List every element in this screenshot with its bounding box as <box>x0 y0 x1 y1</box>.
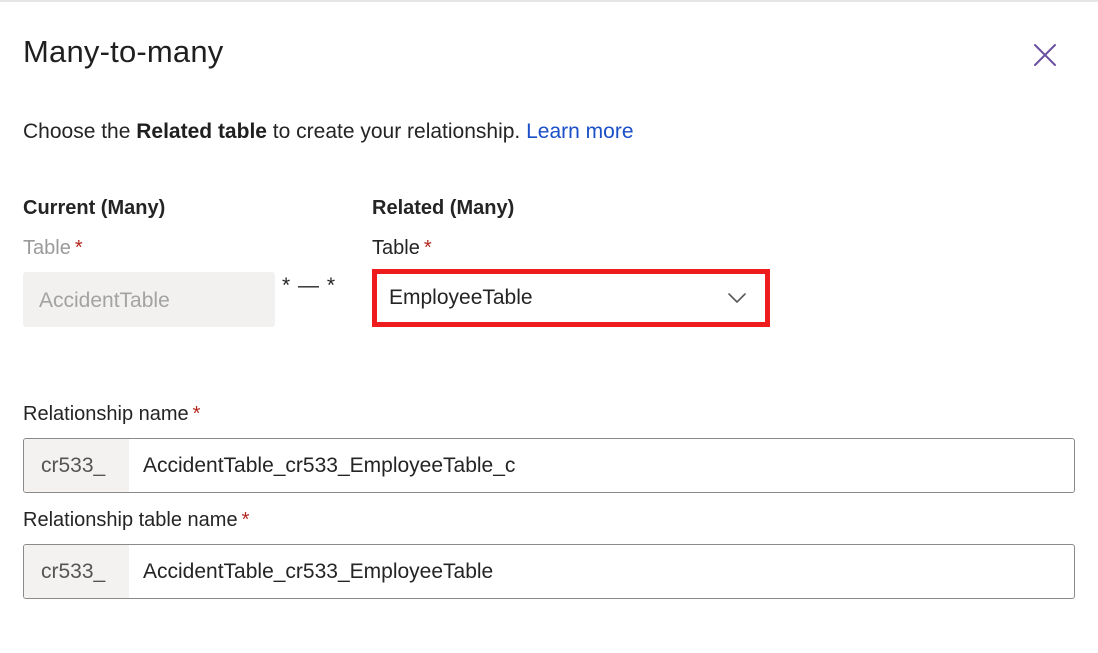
close-icon <box>1034 44 1056 66</box>
related-table-label: Table * <box>372 237 432 260</box>
relationship-table-name-value[interactable]: AccidentTable_cr533_EmployeeTable <box>129 545 1074 598</box>
required-marker: * <box>241 509 250 531</box>
current-table-label: Table * <box>23 237 83 260</box>
required-marker: * <box>192 403 201 425</box>
relationship-name-value[interactable]: AccidentTable_cr533_EmployeeTable_c <box>129 439 1074 492</box>
intro-prefix: Choose the <box>23 120 137 143</box>
many-to-many-panel: Many-to-many Choose the Related table to… <box>0 0 1098 653</box>
relationship-table-name-label: Relationship table name * <box>23 509 249 532</box>
relationship-name-label-text: Relationship name <box>23 403 189 425</box>
current-table-input: AccidentTable <box>23 272 275 327</box>
relationship-connector: * — * <box>282 274 337 297</box>
related-table-label-text: Table <box>372 237 420 259</box>
current-heading: Current (Many) <box>23 197 166 219</box>
required-marker: * <box>74 237 83 259</box>
chevron-down-icon <box>728 293 746 303</box>
close-button[interactable] <box>1028 38 1062 72</box>
relationship-table-name-prefix: cr533_ <box>24 545 129 598</box>
related-heading: Related (Many) <box>372 197 515 219</box>
related-table-dropdown[interactable]: EmployeeTable <box>372 269 770 327</box>
relationship-table-name-field[interactable]: cr533_ AccidentTable_cr533_EmployeeTable <box>23 544 1075 599</box>
related-table-value: EmployeeTable <box>389 286 533 309</box>
relationship-table-name-label-text: Relationship table name <box>23 509 238 531</box>
intro-suffix: to create your relationship. <box>266 120 527 143</box>
intro-text: Choose the Related table to create your … <box>23 120 634 144</box>
dialog-title: Many-to-many <box>23 34 224 69</box>
relationship-name-label: Relationship name * <box>23 403 200 426</box>
relationship-name-field[interactable]: cr533_ AccidentTable_cr533_EmployeeTable… <box>23 438 1075 493</box>
relationship-name-prefix: cr533_ <box>24 439 129 492</box>
current-table-label-text: Table <box>23 237 71 259</box>
intro-bold: Related table <box>136 120 267 143</box>
learn-more-link[interactable]: Learn more <box>526 120 633 143</box>
required-marker: * <box>423 237 432 259</box>
